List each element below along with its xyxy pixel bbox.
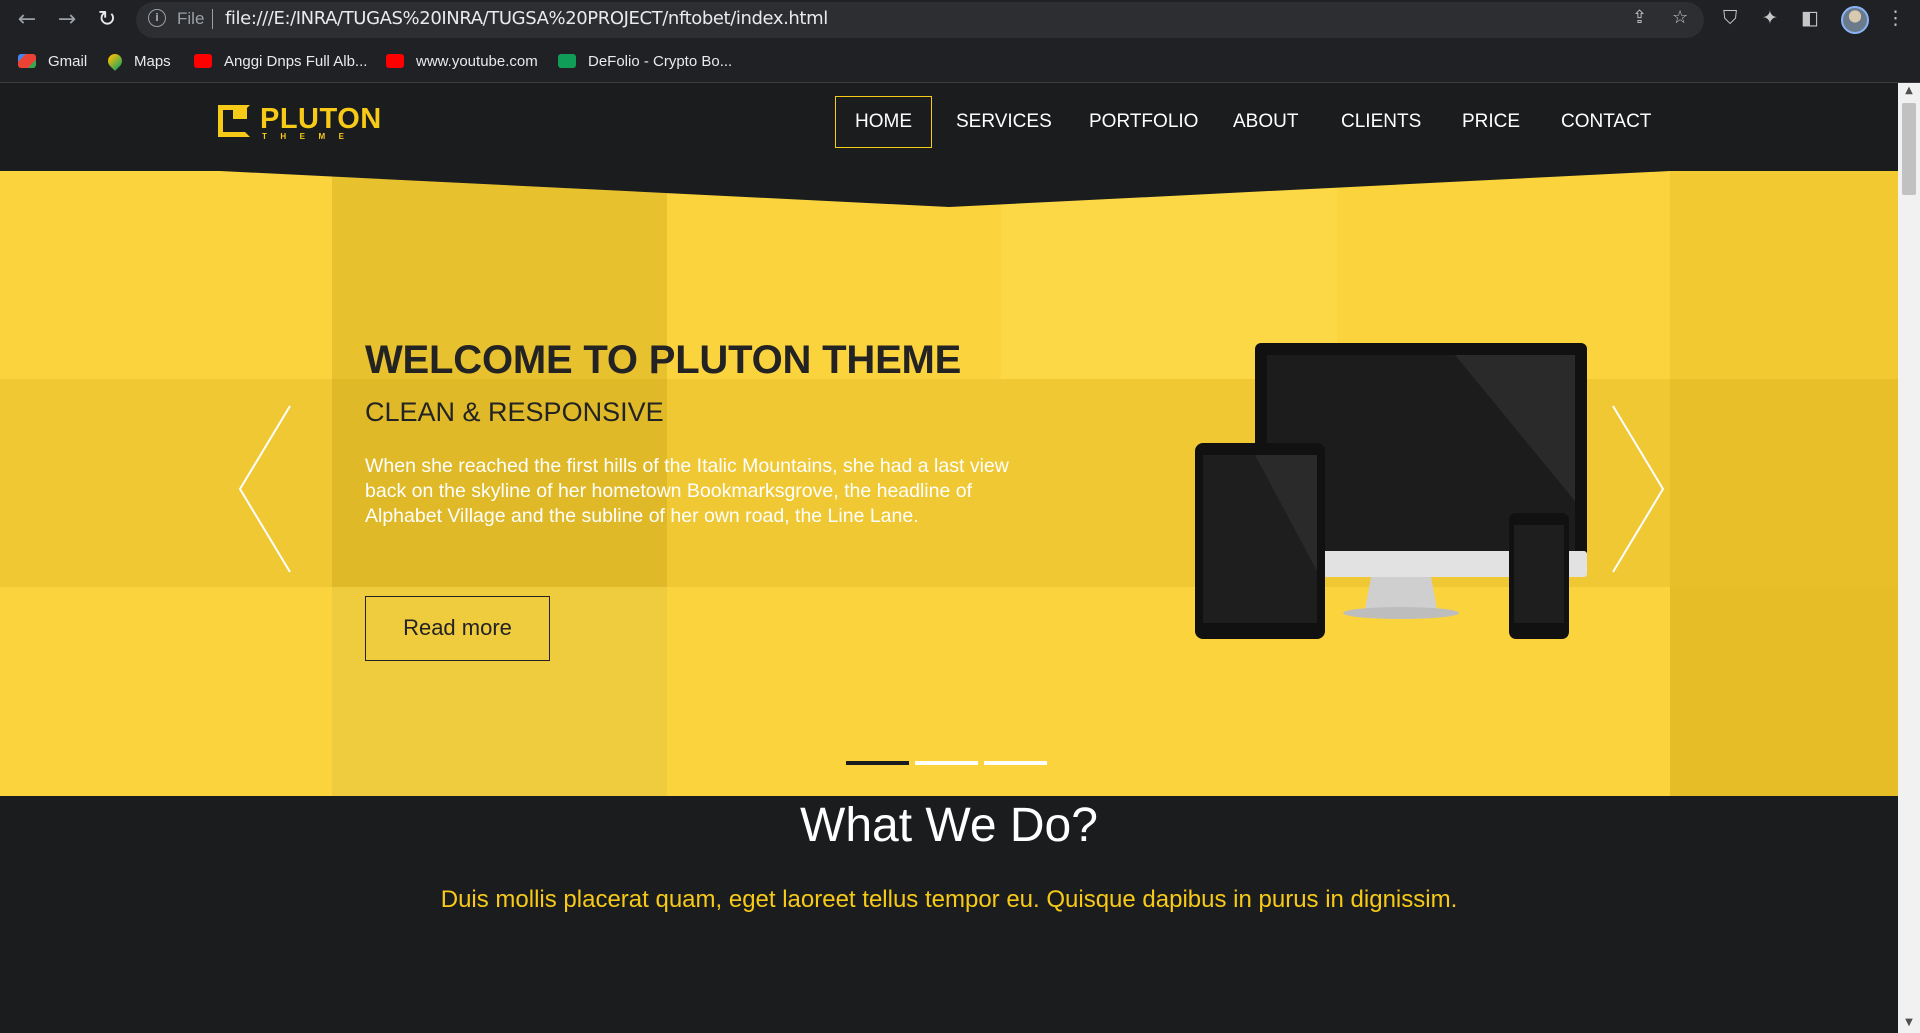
bookmark-label: www.youtube.com (416, 52, 538, 70)
section-lead: Duis mollis placerat quam, eget laoreet … (440, 886, 1458, 913)
url-text[interactable]: file:///E:/INRA/TUGAS%20INRA/TUGSA%20PRO… (225, 8, 828, 29)
bookmark-defolio[interactable]: DeFolio - Crypto Bo... (558, 50, 732, 72)
nav-contact[interactable]: CONTACT (1541, 96, 1671, 148)
share-icon[interactable]: ⇪ (1632, 7, 1647, 28)
logo-subtitle: THEME (262, 132, 358, 141)
hero-subtitle: CLEAN & RESPONSIVE (365, 397, 664, 427)
read-more-button[interactable]: Read more (365, 596, 550, 661)
url-separator (212, 9, 213, 29)
bookmark-anggi[interactable]: Anggi Dnps Full Alb... (194, 50, 367, 72)
scroll-down-icon[interactable]: ▼ (1903, 1017, 1915, 1028)
nav-about[interactable]: ABOUT (1213, 96, 1318, 148)
page-scrollbar[interactable]: ▲ ▼ (1898, 83, 1920, 1033)
bookmark-label: Anggi Dnps Full Alb... (224, 52, 368, 70)
bg-tile (1670, 587, 1898, 796)
profile-avatar[interactable] (1841, 6, 1869, 34)
devices-illustration (1195, 343, 1587, 639)
reload-icon[interactable]: ↻ (92, 5, 122, 35)
url-scheme-label: File (177, 9, 205, 28)
gmail-icon (18, 54, 36, 68)
extensions-icon[interactable]: ✦ (1762, 7, 1778, 29)
maps-icon (105, 51, 125, 71)
slider-pagination (846, 761, 1047, 765)
slide-indicator-2[interactable] (915, 761, 978, 765)
nav-portfolio[interactable]: PORTFOLIO (1069, 96, 1218, 148)
nav-price[interactable]: PRICE (1442, 96, 1540, 148)
site-navbar: PLUTON THEME HOME SERVICES PORTFOLIO ABO… (0, 83, 1898, 171)
web-page: PLUTON THEME HOME SERVICES PORTFOLIO ABO… (0, 83, 1898, 1033)
bookmark-label: DeFolio - Crypto Bo... (588, 52, 733, 70)
youtube-icon (386, 54, 404, 68)
bookmark-label: Gmail (48, 52, 88, 70)
scroll-thumb[interactable] (1902, 103, 1916, 195)
next-slide-arrow-icon[interactable] (1605, 404, 1665, 574)
back-icon[interactable]: ← (12, 5, 42, 35)
slide-indicator-1[interactable] (846, 761, 909, 765)
shield-icon[interactable]: ⛉ (1723, 7, 1737, 29)
hero-top-edge (0, 171, 1898, 207)
hero-title: WELCOME TO PLUTON THEME (365, 338, 962, 382)
logo-icon (218, 105, 250, 137)
sheets-icon (558, 54, 576, 68)
nav-clients[interactable]: CLIENTS (1321, 96, 1441, 148)
hero-description: When she reached the first hills of the … (365, 455, 1009, 527)
bookmark-label: Maps (134, 52, 171, 70)
bookmark-youtube[interactable]: www.youtube.com (386, 50, 538, 72)
bookmark-gmail[interactable]: Gmail (18, 50, 87, 72)
youtube-icon (194, 54, 212, 68)
menu-dots-icon[interactable]: ⋮ (1886, 7, 1905, 29)
scroll-up-icon[interactable]: ▲ (1903, 85, 1915, 96)
hero-slider: WELCOME TO PLUTON THEME CLEAN & RESPONSI… (0, 171, 1898, 796)
bookmark-maps[interactable]: Maps (105, 50, 171, 72)
site-info-icon[interactable]: i (148, 9, 166, 27)
bookmark-star-icon[interactable]: ☆ (1672, 7, 1688, 28)
nav-services[interactable]: SERVICES (936, 96, 1072, 148)
nav-home[interactable]: HOME (835, 96, 932, 148)
slide-indicator-3[interactable] (984, 761, 1047, 765)
forward-icon[interactable]: → (52, 5, 82, 35)
section-title: What We Do? (800, 799, 1098, 852)
side-panel-icon[interactable]: ◧ (1801, 7, 1819, 29)
browser-toolbar: ← → ↻ i File file:///E:/INRA/TUGAS%20INR… (0, 0, 1920, 40)
bookmarks-bar: Gmail Maps Anggi Dnps Full Alb... www.yo… (0, 40, 1920, 83)
site-logo[interactable]: PLUTON THEME (218, 103, 381, 145)
prev-slide-arrow-icon[interactable] (238, 404, 298, 574)
